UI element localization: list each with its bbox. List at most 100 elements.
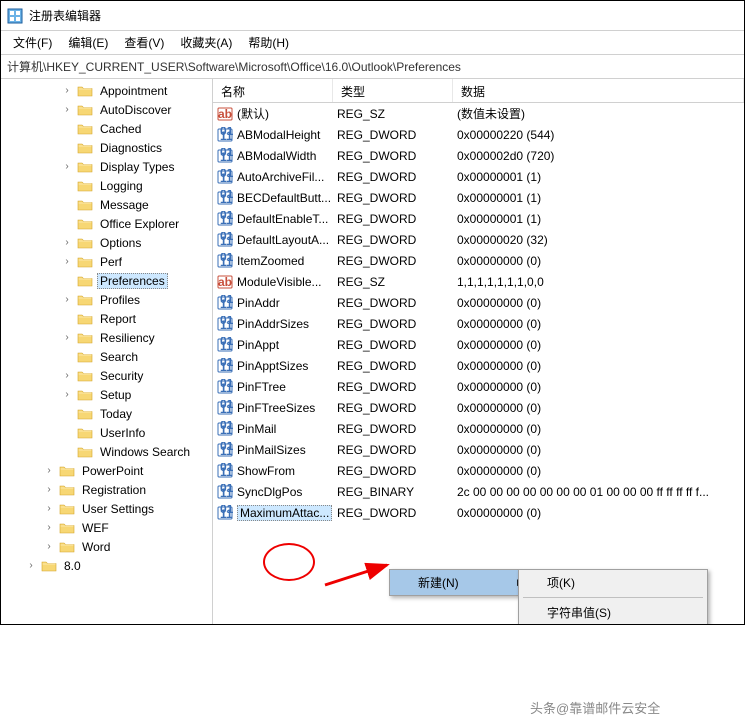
annotation-oval <box>263 543 315 581</box>
tree-item[interactable]: ›Profiles <box>1 290 212 309</box>
menu-edit[interactable]: 编辑(E) <box>60 32 116 53</box>
tree-twisty-icon[interactable]: › <box>43 484 55 496</box>
tree-item[interactable]: ›8.0 <box>1 556 212 575</box>
tree-twisty-icon[interactable]: › <box>61 104 73 116</box>
tree-twisty-icon[interactable]: › <box>61 370 73 382</box>
tree-item[interactable]: ›User Settings <box>1 499 212 518</box>
value-row[interactable]: ModuleVisible...REG_SZ1,1,1,1,1,1,1,0,0 <box>213 271 744 292</box>
tree-item[interactable]: Search <box>1 347 212 366</box>
value-row[interactable]: ItemZoomedREG_DWORD0x00000000 (0) <box>213 250 744 271</box>
tree-item[interactable]: ›Resiliency <box>1 328 212 347</box>
tree-item[interactable]: Diagnostics <box>1 138 212 157</box>
tree-twisty-icon[interactable]: › <box>43 522 55 534</box>
reg-binary-icon <box>217 463 233 479</box>
menu-view[interactable]: 查看(V) <box>116 32 172 53</box>
value-data: 0x00000000 (0) <box>453 401 744 415</box>
tree-item[interactable]: › Appointment <box>1 81 212 100</box>
folder-icon <box>77 198 93 212</box>
value-row[interactable]: PinMailSizesREG_DWORD0x00000000 (0) <box>213 439 744 460</box>
tree-item[interactable]: ›Security <box>1 366 212 385</box>
address-bar[interactable]: 计算机\HKEY_CURRENT_USER\Software\Microsoft… <box>1 55 744 79</box>
value-data: 0x00000000 (0) <box>453 296 744 310</box>
tree-item[interactable]: Cached <box>1 119 212 138</box>
tree-label: Cached <box>97 121 144 137</box>
tree-item[interactable]: Today <box>1 404 212 423</box>
folder-icon <box>59 483 75 497</box>
tree-twisty-icon[interactable]: › <box>61 294 73 306</box>
col-name[interactable]: 名称 <box>213 79 333 102</box>
tree-item[interactable]: ›AutoDiscover <box>1 100 212 119</box>
value-row[interactable]: DefaultLayoutA...REG_DWORD0x00000020 (32… <box>213 229 744 250</box>
tree-item[interactable]: ›Options <box>1 233 212 252</box>
value-name: PinAddr <box>237 296 280 310</box>
tree-twisty-icon[interactable]: › <box>61 161 73 173</box>
value-row[interactable]: PinApptREG_DWORD0x00000000 (0) <box>213 334 744 355</box>
tree-twisty-icon[interactable]: › <box>25 560 37 572</box>
tree-item[interactable]: Office Explorer <box>1 214 212 233</box>
tree-twisty-icon[interactable]: › <box>43 541 55 553</box>
tree-item[interactable]: ›Display Types <box>1 157 212 176</box>
tree-twisty-icon[interactable]: › <box>61 332 73 344</box>
value-row[interactable]: PinApptSizesREG_DWORD0x00000000 (0) <box>213 355 744 376</box>
value-row[interactable]: SyncDlgPosREG_BINARY2c 00 00 00 00 00 00… <box>213 481 744 502</box>
col-type[interactable]: 类型 <box>333 79 453 102</box>
reg-binary-icon <box>217 232 233 248</box>
tree-twisty-icon[interactable]: › <box>43 503 55 515</box>
tree-item[interactable]: Logging <box>1 176 212 195</box>
tree-label: Report <box>97 311 139 327</box>
value-name: PinFTree <box>237 380 286 394</box>
value-type: REG_DWORD <box>333 380 453 394</box>
value-row[interactable]: PinAddrSizesREG_DWORD0x00000000 (0) <box>213 313 744 334</box>
tree-item[interactable]: ›WEF <box>1 518 212 537</box>
value-row[interactable]: PinAddr REG_DWORD0x00000000 (0) <box>213 292 744 313</box>
values-pane[interactable]: 名称 类型 数据 (默认)REG_SZ(数值未设置)ABModalHeightR… <box>213 79 744 624</box>
tree-item[interactable]: ›Perf <box>1 252 212 271</box>
tree-twisty-icon[interactable]: › <box>61 237 73 249</box>
value-row[interactable]: PinMailREG_DWORD0x00000000 (0) <box>213 418 744 439</box>
ctx-new[interactable]: 新建(N) ▶ <box>390 570 530 595</box>
tree-item[interactable]: ›Word <box>1 537 212 556</box>
tree-twisty-icon[interactable]: › <box>61 389 73 401</box>
value-row[interactable]: DefaultEnableT...REG_DWORD0x00000001 (1) <box>213 208 744 229</box>
value-row[interactable]: ShowFromREG_DWORD0x00000000 (0) <box>213 460 744 481</box>
reg-binary-icon <box>217 505 233 521</box>
menu-file[interactable]: 文件(F) <box>5 32 60 53</box>
value-data: 0x00000001 (1) <box>453 191 744 205</box>
value-row[interactable]: AutoArchiveFil...REG_DWORD0x00000001 (1) <box>213 166 744 187</box>
value-row[interactable]: ABModalWidthREG_DWORD0x000002d0 (720) <box>213 145 744 166</box>
value-row[interactable]: ABModalHeightREG_DWORD0x00000220 (544) <box>213 124 744 145</box>
tree-item[interactable]: ›PowerPoint <box>1 461 212 480</box>
ctx-key[interactable]: 项(K) <box>519 570 707 595</box>
value-row[interactable]: MaximumAttac...REG_DWORD0x00000000 (0) <box>213 502 744 523</box>
titlebar[interactable]: 注册表编辑器 <box>1 1 744 31</box>
value-row[interactable]: (默认)REG_SZ(数值未设置) <box>213 103 744 124</box>
value-name: ShowFrom <box>237 464 295 478</box>
tree-item[interactable]: ›Setup <box>1 385 212 404</box>
tree-label: Appointment <box>97 83 170 99</box>
folder-icon <box>77 331 93 345</box>
tree-item[interactable]: UserInfo <box>1 423 212 442</box>
tree-item[interactable]: Report <box>1 309 212 328</box>
value-data: 0x00000000 (0) <box>453 380 744 394</box>
tree-item[interactable]: Preferences <box>1 271 212 290</box>
value-row[interactable]: PinFTree REG_DWORD0x00000000 (0) <box>213 376 744 397</box>
tree-item[interactable]: ›Registration <box>1 480 212 499</box>
value-type: REG_DWORD <box>333 296 453 310</box>
col-data[interactable]: 数据 <box>453 79 744 102</box>
folder-icon <box>77 255 93 269</box>
value-name: ABModalHeight <box>237 128 320 142</box>
value-row[interactable]: PinFTreeSizesREG_DWORD0x00000000 (0) <box>213 397 744 418</box>
tree-pane[interactable]: › Appointment›AutoDiscover CachedDiagnosti… <box>1 79 213 624</box>
value-name: DefaultEnableT... <box>237 212 328 226</box>
ctx-string[interactable]: 字符串值(S) <box>519 600 707 624</box>
tree-item[interactable]: Windows Search <box>1 442 212 461</box>
value-type: REG_DWORD <box>333 359 453 373</box>
tree-item[interactable]: Message <box>1 195 212 214</box>
tree-twisty-icon[interactable]: › <box>61 256 73 268</box>
tree-twisty-icon[interactable]: › <box>43 465 55 477</box>
value-data: 0x000002d0 (720) <box>453 149 744 163</box>
tree-twisty-icon[interactable]: › <box>61 85 73 97</box>
value-row[interactable]: BECDefaultButt...REG_DWORD0x00000001 (1) <box>213 187 744 208</box>
menu-favorites[interactable]: 收藏夹(A) <box>172 32 240 53</box>
menu-help[interactable]: 帮助(H) <box>240 32 297 53</box>
